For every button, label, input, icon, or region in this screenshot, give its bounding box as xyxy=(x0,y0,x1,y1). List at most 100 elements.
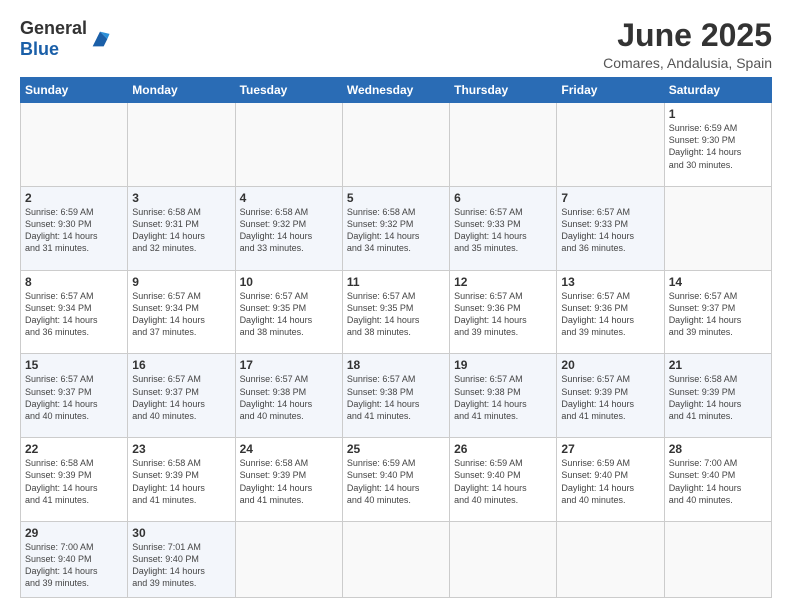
day-info: Sunrise: 6:59 AMSunset: 9:30 PMDaylight:… xyxy=(669,123,742,169)
day-number: 16 xyxy=(132,358,230,372)
day-number: 17 xyxy=(240,358,338,372)
day-info: Sunrise: 6:58 AMSunset: 9:32 PMDaylight:… xyxy=(347,207,420,253)
day-cell-16: 16 Sunrise: 6:57 AMSunset: 9:37 PMDaylig… xyxy=(128,354,235,438)
day-cell-23: 23 Sunrise: 6:58 AMSunset: 9:39 PMDaylig… xyxy=(128,438,235,522)
day-cell-3: 3 Sunrise: 6:58 AMSunset: 9:31 PMDayligh… xyxy=(128,186,235,270)
empty-cell xyxy=(342,103,449,187)
day-info: Sunrise: 6:57 AMSunset: 9:38 PMDaylight:… xyxy=(454,374,527,420)
day-info: Sunrise: 6:57 AMSunset: 9:35 PMDaylight:… xyxy=(347,291,420,337)
day-info: Sunrise: 6:57 AMSunset: 9:33 PMDaylight:… xyxy=(454,207,527,253)
empty-cell xyxy=(342,522,449,598)
day-cell-2: 2 Sunrise: 6:59 AMSunset: 9:30 PMDayligh… xyxy=(21,186,128,270)
day-info: Sunrise: 6:57 AMSunset: 9:38 PMDaylight:… xyxy=(347,374,420,420)
col-monday: Monday xyxy=(128,78,235,103)
day-cell-7: 7 Sunrise: 6:57 AMSunset: 9:33 PMDayligh… xyxy=(557,186,664,270)
day-number: 18 xyxy=(347,358,445,372)
day-number: 23 xyxy=(132,442,230,456)
day-cell-5: 5 Sunrise: 6:58 AMSunset: 9:32 PMDayligh… xyxy=(342,186,449,270)
day-info: Sunrise: 6:59 AMSunset: 9:40 PMDaylight:… xyxy=(347,458,420,504)
day-info: Sunrise: 6:58 AMSunset: 9:39 PMDaylight:… xyxy=(240,458,313,504)
empty-cell xyxy=(235,103,342,187)
day-number: 1 xyxy=(669,107,767,121)
col-tuesday: Tuesday xyxy=(235,78,342,103)
day-cell-18: 18 Sunrise: 6:57 AMSunset: 9:38 PMDaylig… xyxy=(342,354,449,438)
empty-cell xyxy=(557,103,664,187)
day-cell-12: 12 Sunrise: 6:57 AMSunset: 9:36 PMDaylig… xyxy=(450,270,557,354)
empty-cell xyxy=(235,522,342,598)
day-number: 11 xyxy=(347,275,445,289)
week-row-5: 22 Sunrise: 6:58 AMSunset: 9:39 PMDaylig… xyxy=(21,438,772,522)
day-info: Sunrise: 6:57 AMSunset: 9:36 PMDaylight:… xyxy=(454,291,527,337)
empty-cell xyxy=(557,522,664,598)
col-wednesday: Wednesday xyxy=(342,78,449,103)
day-number: 6 xyxy=(454,191,552,205)
day-number: 20 xyxy=(561,358,659,372)
day-number: 4 xyxy=(240,191,338,205)
day-info: Sunrise: 6:57 AMSunset: 9:37 PMDaylight:… xyxy=(132,374,205,420)
day-cell-21: 21 Sunrise: 6:58 AMSunset: 9:39 PMDaylig… xyxy=(664,354,771,438)
week-row-2: 2 Sunrise: 6:59 AMSunset: 9:30 PMDayligh… xyxy=(21,186,772,270)
day-cell-1: 1 Sunrise: 6:59 AMSunset: 9:30 PMDayligh… xyxy=(664,103,771,187)
day-info: Sunrise: 6:58 AMSunset: 9:39 PMDaylight:… xyxy=(669,374,742,420)
day-cell-30: 30 Sunrise: 7:01 AMSunset: 9:40 PMDaylig… xyxy=(128,522,235,598)
calendar-table: Sunday Monday Tuesday Wednesday Thursday… xyxy=(20,77,772,598)
day-cell-20: 20 Sunrise: 6:57 AMSunset: 9:39 PMDaylig… xyxy=(557,354,664,438)
day-info: Sunrise: 6:57 AMSunset: 9:36 PMDaylight:… xyxy=(561,291,634,337)
day-info: Sunrise: 6:58 AMSunset: 9:31 PMDaylight:… xyxy=(132,207,205,253)
day-cell-27: 27 Sunrise: 6:59 AMSunset: 9:40 PMDaylig… xyxy=(557,438,664,522)
col-saturday: Saturday xyxy=(664,78,771,103)
day-cell-6: 6 Sunrise: 6:57 AMSunset: 9:33 PMDayligh… xyxy=(450,186,557,270)
week-row-3: 8 Sunrise: 6:57 AMSunset: 9:34 PMDayligh… xyxy=(21,270,772,354)
day-cell-13: 13 Sunrise: 6:57 AMSunset: 9:36 PMDaylig… xyxy=(557,270,664,354)
page: General Blue June 2025 Comares, Andalusi… xyxy=(0,0,792,612)
empty-cell xyxy=(664,186,771,270)
day-number: 19 xyxy=(454,358,552,372)
logo: General Blue xyxy=(20,18,111,60)
week-row-6: 29 Sunrise: 7:00 AMSunset: 9:40 PMDaylig… xyxy=(21,522,772,598)
day-number: 25 xyxy=(347,442,445,456)
day-number: 5 xyxy=(347,191,445,205)
day-info: Sunrise: 6:59 AMSunset: 9:40 PMDaylight:… xyxy=(561,458,634,504)
day-number: 22 xyxy=(25,442,123,456)
day-info: Sunrise: 6:57 AMSunset: 9:34 PMDaylight:… xyxy=(132,291,205,337)
day-info: Sunrise: 7:00 AMSunset: 9:40 PMDaylight:… xyxy=(669,458,742,504)
day-number: 24 xyxy=(240,442,338,456)
day-info: Sunrise: 7:00 AMSunset: 9:40 PMDaylight:… xyxy=(25,542,98,588)
day-cell-15: 15 Sunrise: 6:57 AMSunset: 9:37 PMDaylig… xyxy=(21,354,128,438)
day-info: Sunrise: 6:57 AMSunset: 9:34 PMDaylight:… xyxy=(25,291,98,337)
logo-icon xyxy=(89,28,111,50)
day-cell-8: 8 Sunrise: 6:57 AMSunset: 9:34 PMDayligh… xyxy=(21,270,128,354)
day-info: Sunrise: 7:01 AMSunset: 9:40 PMDaylight:… xyxy=(132,542,205,588)
week-row-1: 1 Sunrise: 6:59 AMSunset: 9:30 PMDayligh… xyxy=(21,103,772,187)
empty-cell xyxy=(21,103,128,187)
day-number: 28 xyxy=(669,442,767,456)
day-number: 12 xyxy=(454,275,552,289)
day-number: 21 xyxy=(669,358,767,372)
day-cell-4: 4 Sunrise: 6:58 AMSunset: 9:32 PMDayligh… xyxy=(235,186,342,270)
day-cell-14: 14 Sunrise: 6:57 AMSunset: 9:37 PMDaylig… xyxy=(664,270,771,354)
week-row-4: 15 Sunrise: 6:57 AMSunset: 9:37 PMDaylig… xyxy=(21,354,772,438)
day-cell-28: 28 Sunrise: 7:00 AMSunset: 9:40 PMDaylig… xyxy=(664,438,771,522)
col-thursday: Thursday xyxy=(450,78,557,103)
day-info: Sunrise: 6:59 AMSunset: 9:30 PMDaylight:… xyxy=(25,207,98,253)
day-info: Sunrise: 6:58 AMSunset: 9:39 PMDaylight:… xyxy=(132,458,205,504)
day-number: 7 xyxy=(561,191,659,205)
day-info: Sunrise: 6:57 AMSunset: 9:33 PMDaylight:… xyxy=(561,207,634,253)
day-info: Sunrise: 6:58 AMSunset: 9:32 PMDaylight:… xyxy=(240,207,313,253)
empty-cell xyxy=(128,103,235,187)
main-title: June 2025 xyxy=(603,18,772,53)
day-cell-26: 26 Sunrise: 6:59 AMSunset: 9:40 PMDaylig… xyxy=(450,438,557,522)
day-cell-10: 10 Sunrise: 6:57 AMSunset: 9:35 PMDaylig… xyxy=(235,270,342,354)
day-info: Sunrise: 6:57 AMSunset: 9:38 PMDaylight:… xyxy=(240,374,313,420)
day-cell-22: 22 Sunrise: 6:58 AMSunset: 9:39 PMDaylig… xyxy=(21,438,128,522)
day-info: Sunrise: 6:57 AMSunset: 9:35 PMDaylight:… xyxy=(240,291,313,337)
day-cell-9: 9 Sunrise: 6:57 AMSunset: 9:34 PMDayligh… xyxy=(128,270,235,354)
empty-cell xyxy=(664,522,771,598)
day-number: 26 xyxy=(454,442,552,456)
day-number: 30 xyxy=(132,526,230,540)
day-cell-25: 25 Sunrise: 6:59 AMSunset: 9:40 PMDaylig… xyxy=(342,438,449,522)
day-cell-29: 29 Sunrise: 7:00 AMSunset: 9:40 PMDaylig… xyxy=(21,522,128,598)
day-number: 9 xyxy=(132,275,230,289)
day-info: Sunrise: 6:58 AMSunset: 9:39 PMDaylight:… xyxy=(25,458,98,504)
empty-cell xyxy=(450,103,557,187)
